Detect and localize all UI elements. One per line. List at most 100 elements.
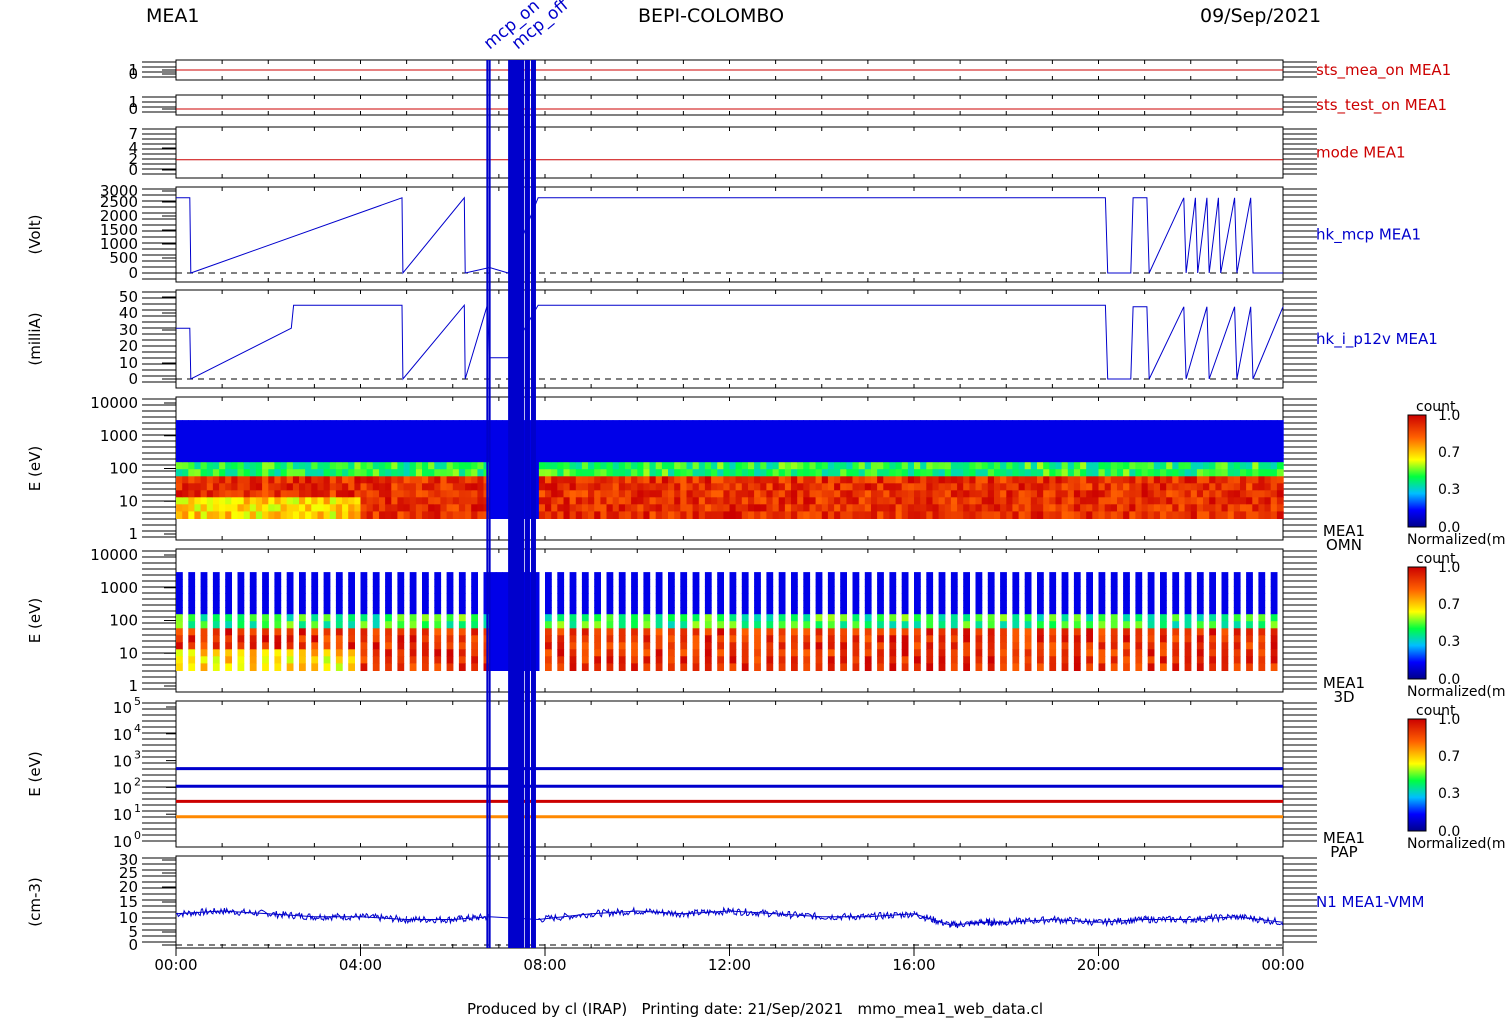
spectrogram-cell — [1024, 448, 1032, 456]
spectrogram-cell — [1172, 490, 1180, 498]
spectrogram-cell — [680, 483, 688, 491]
spectrogram-cell — [446, 614, 454, 622]
spectrogram-cell — [618, 476, 626, 484]
spectrogram-cell — [907, 469, 915, 477]
spectrogram-cell — [588, 476, 595, 484]
spectrogram-cell — [901, 448, 909, 456]
spectrogram-cell — [262, 572, 269, 580]
spectrogram-cell — [944, 455, 952, 463]
spectrogram-cell — [920, 434, 927, 442]
spectrogram-cell — [428, 462, 435, 470]
spectrogram-cell — [600, 490, 608, 498]
spectrogram-cell — [360, 476, 368, 484]
spectrogram-cell — [729, 663, 737, 671]
spectrogram-cell — [692, 427, 700, 435]
spectrogram-cell — [1270, 600, 1278, 608]
spectrogram-cell — [446, 448, 454, 456]
spectrogram-cell — [1067, 420, 1075, 428]
spectrogram-cell — [557, 469, 565, 477]
spectrogram-cell — [1073, 504, 1081, 512]
spectrogram-cell — [188, 497, 196, 505]
y-axis-label: E (eV) — [26, 446, 44, 491]
spectrogram-cell — [987, 579, 995, 587]
spectrogram-cell — [754, 628, 761, 636]
spectrogram-cell — [963, 586, 970, 594]
spectrogram-cell — [1086, 511, 1093, 519]
spectrogram-cell — [452, 455, 460, 463]
spectrogram-cell — [397, 649, 405, 657]
spectrogram-cell — [1043, 469, 1050, 477]
spectrogram-cell — [1147, 469, 1155, 477]
spectrogram-cell — [969, 462, 977, 470]
spectrogram-cell — [594, 504, 601, 512]
spectrogram-cell — [1196, 600, 1204, 608]
spectrogram-cell — [735, 469, 743, 477]
spectrogram-cell — [852, 462, 860, 470]
spectrogram-cell — [827, 490, 835, 498]
spectrogram-cell — [188, 420, 196, 428]
spectrogram-cell — [1092, 441, 1100, 449]
spectrogram-cell — [477, 434, 485, 442]
spectrogram-cell — [1160, 656, 1167, 664]
spectrogram-cell — [200, 642, 208, 650]
spectrogram-cell — [323, 628, 331, 636]
spectrogram-cell — [569, 572, 577, 580]
spectrogram-cell — [594, 607, 601, 615]
spectrogram-cell — [821, 476, 829, 484]
spectrogram-cell — [458, 663, 466, 671]
spectrogram-cell — [434, 427, 442, 435]
spectrogram-cell — [563, 483, 571, 491]
spectrogram-cell — [1086, 469, 1093, 477]
spectrogram-cell — [698, 504, 706, 512]
spectrogram-cell — [385, 642, 392, 650]
spectrogram-cell — [612, 497, 620, 505]
spectrogram-cell — [212, 490, 220, 498]
spectrogram-cell — [385, 586, 392, 594]
spectrogram-cell — [895, 504, 903, 512]
spectrogram-cell — [1055, 504, 1063, 512]
spectrogram-cell — [1049, 579, 1057, 587]
spectrogram-cell — [575, 504, 583, 512]
spectrogram-cell — [557, 579, 565, 587]
spectrogram-cell — [434, 628, 442, 636]
spectrogram-cell — [1000, 593, 1007, 601]
spectrogram-cell — [840, 649, 847, 657]
spectrogram-cell — [477, 497, 485, 505]
spectrogram-cell — [840, 635, 847, 643]
spectrogram-cell — [1000, 656, 1007, 664]
spectrogram-cell — [342, 483, 349, 491]
spectrogram-cell — [1240, 448, 1247, 456]
spectrogram-cell — [360, 572, 368, 580]
spectrogram-cell — [237, 434, 245, 442]
spectrogram-cell — [834, 497, 841, 505]
spectrogram-cell — [766, 462, 774, 470]
spectrogram-cell — [1006, 420, 1014, 428]
spectrogram-cell — [1000, 455, 1007, 463]
spectrogram-cell — [981, 476, 989, 484]
spectrogram-cell — [1221, 427, 1229, 435]
spectrogram-cell — [1203, 490, 1210, 498]
spectrogram-cell — [225, 504, 232, 512]
spectrogram-cell — [975, 434, 983, 442]
spectrogram-cell — [280, 511, 288, 519]
spectrogram-cell — [944, 511, 952, 519]
spectrogram-cell — [280, 469, 288, 477]
spectrogram-cell — [1184, 469, 1192, 477]
spectrogram-cell — [1037, 586, 1044, 594]
spectrogram-cell — [803, 448, 811, 456]
spectrogram-cell — [772, 469, 780, 477]
spectrogram-cell — [692, 607, 700, 615]
spectrogram-cell — [360, 511, 368, 519]
spectrogram-cell — [711, 490, 718, 498]
spectrogram-cell — [495, 434, 503, 442]
spectrogram-cell — [741, 490, 749, 498]
spectrogram-cell — [495, 593, 503, 601]
spectrogram-cell — [791, 656, 798, 664]
spectrogram-cell — [1117, 490, 1124, 498]
spectrogram-cell — [791, 455, 798, 463]
spectrogram-cell — [895, 420, 903, 428]
spectrogram-cell — [877, 476, 884, 484]
spectrogram-cell — [575, 455, 583, 463]
spectrogram-cell — [1184, 448, 1192, 456]
spectrogram-cell — [1227, 497, 1235, 505]
